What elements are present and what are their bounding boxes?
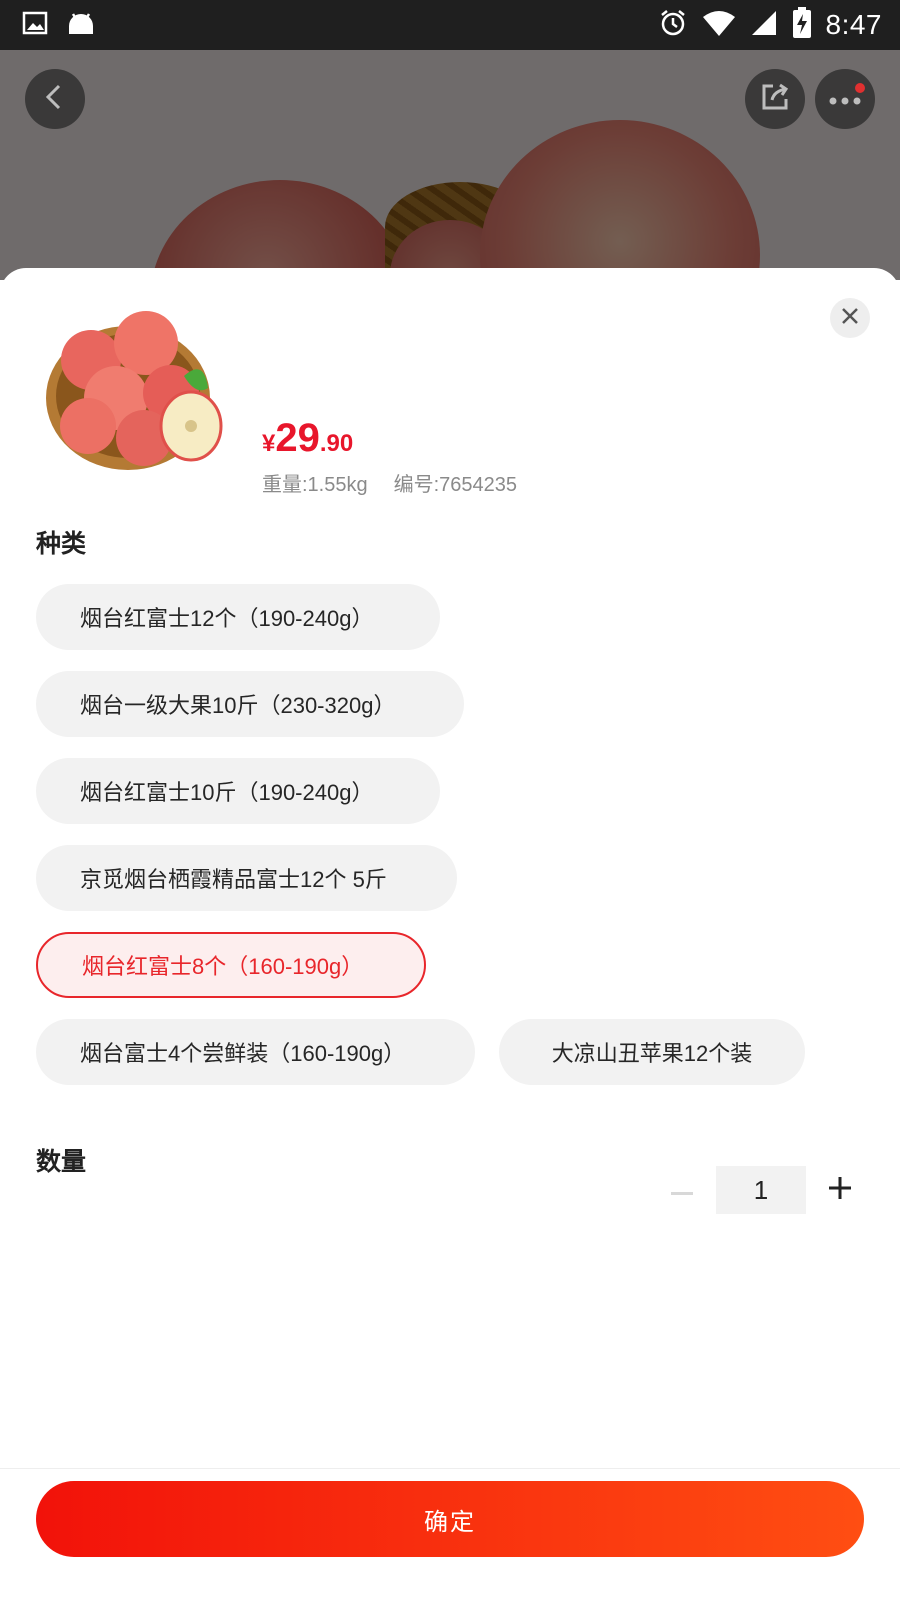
price-integer: 29 [275, 416, 320, 460]
decrease-quantity-button[interactable] [658, 1166, 706, 1214]
variant-chip[interactable]: 烟台红富士10斤（190-240g） [36, 758, 440, 824]
minus-icon [671, 1181, 693, 1200]
variant-chip[interactable]: 烟台一级大果10斤（230-320g） [36, 671, 464, 737]
variant-chip[interactable]: 烟台红富士12个（190-240g） [36, 584, 440, 650]
product-thumbnail [36, 298, 226, 478]
back-icon [40, 82, 70, 116]
notification-dot [855, 83, 865, 93]
quantity-value[interactable]: 1 [716, 1166, 806, 1214]
variant-section-title: 种类 [36, 529, 87, 558]
share-button[interactable] [745, 69, 805, 129]
price-currency: ¥ [262, 430, 276, 457]
increase-quantity-button[interactable] [816, 1166, 864, 1214]
gallery-icon [22, 10, 48, 40]
status-bar: 8:47 [0, 0, 900, 50]
product-hero-image [0, 50, 900, 280]
product-sku-number: 编号:7654235 [393, 474, 518, 496]
variant-chip-selected[interactable]: 烟台红富士8个（160-190g） [36, 932, 426, 998]
variant-chip[interactable]: 烟台富士4个尝鲜装（160-190g） [36, 1019, 475, 1085]
product-price: ¥ 29 .90 [262, 416, 353, 461]
product-meta: 重量:1.55kg 编号:7654235 [262, 468, 517, 497]
plus-icon [829, 1177, 851, 1203]
product-weight: 重量:1.55kg [262, 474, 368, 496]
sku-selector-sheet: ¥ 29 .90 重量:1.55kg 编号:7654235 种类 烟台红富士12… [0, 268, 900, 1600]
confirm-button[interactable]: 确定 [36, 1481, 864, 1557]
quantity-stepper: 1 [658, 1166, 864, 1214]
back-button[interactable] [25, 69, 85, 129]
status-time: 8:47 [825, 9, 882, 40]
footer-divider [0, 1468, 900, 1469]
more-icon [829, 90, 861, 109]
price-decimal: .90 [319, 430, 354, 457]
close-icon [841, 307, 859, 329]
wifi-icon [702, 9, 736, 41]
battery-charging-icon [792, 7, 812, 43]
variant-chip[interactable]: 京觅烟台栖霞精品富士12个 5斤 [36, 845, 457, 911]
variant-chip[interactable]: 大凉山丑苹果12个装 [499, 1019, 805, 1085]
more-button[interactable] [815, 69, 875, 129]
close-button[interactable] [830, 298, 870, 338]
alarm-icon [658, 8, 688, 42]
quantity-section-title: 数量 [36, 1147, 87, 1176]
android-icon [66, 10, 96, 40]
signal-icon [750, 9, 778, 41]
share-icon [759, 81, 791, 117]
